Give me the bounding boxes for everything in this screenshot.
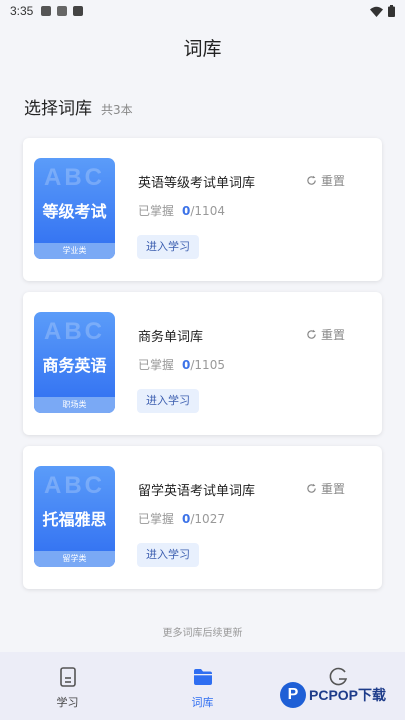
cover-category: 学业类 <box>34 243 115 259</box>
enter-study-button[interactable]: 进入学习 <box>137 235 199 259</box>
cover-category: 留学类 <box>34 551 115 567</box>
cover-category: 职场类 <box>34 397 115 413</box>
progress-label: 已掌握 <box>138 204 175 218</box>
reset-button[interactable]: 重置 <box>306 172 345 189</box>
more-coming-note: 更多词库后续更新 <box>162 628 243 639</box>
cover-watermark: ABC <box>44 164 105 191</box>
book-card: ABC 商务英语 职场类 商务单词库 重置 已掌握 0/1105 进入学习 <box>23 292 382 435</box>
book-cover[interactable]: ABC 托福雅思 留学类 <box>34 466 115 567</box>
cover-title: 等级考试 <box>42 202 107 221</box>
cover-title: 商务英语 <box>42 356 107 375</box>
book-card: ABC 等级考试 学业类 英语等级考试单词库 重置 已掌握 0/1104 进入学习 <box>23 138 382 281</box>
reset-button[interactable]: 重置 <box>306 326 345 343</box>
reset-label: 重置 <box>321 482 346 496</box>
section-header: 选择词库 共3本 <box>24 94 133 119</box>
progress-label: 已掌握 <box>138 512 175 526</box>
site-watermark: P PCPOP下载 <box>280 682 386 708</box>
book-title: 留学英语考试单词库 <box>138 484 256 499</box>
book-card: ABC 托福雅思 留学类 留学英语考试单词库 重置 已掌握 0/1027 进入学习 <box>23 446 382 589</box>
cover-watermark: ABC <box>44 472 105 499</box>
refresh-icon <box>307 329 316 339</box>
book-cover[interactable]: ABC 商务英语 职场类 <box>34 312 115 413</box>
enter-study-button[interactable]: 进入学习 <box>137 389 199 413</box>
cover-title: 托福雅思 <box>42 510 107 529</box>
refresh-icon <box>307 175 316 185</box>
book-title: 商务单词库 <box>138 330 204 345</box>
total-count: /1105 <box>190 358 225 372</box>
progress-label: 已掌握 <box>138 358 175 372</box>
total-count: /1027 <box>190 512 225 526</box>
tab-wordbank[interactable]: 词库 <box>135 652 270 720</box>
status-time: 3:35 <box>10 4 34 18</box>
watermark-text: PCPOP下载 <box>309 687 387 703</box>
tab-wordbank-label: 词库 <box>191 696 214 709</box>
tab-study[interactable]: 学习 <box>0 652 135 720</box>
image-notification-icon <box>57 6 68 16</box>
progress-text: 已掌握 0/1104 <box>138 202 225 219</box>
status-bar: 3:35 <box>0 0 405 22</box>
progress-text: 已掌握 0/1105 <box>138 356 225 373</box>
book-title: 英语等级考试单词库 <box>138 176 256 191</box>
book-icon <box>59 667 76 687</box>
tab-study-label: 学习 <box>56 696 79 709</box>
progress-text: 已掌握 0/1027 <box>138 510 225 527</box>
notification-icon <box>41 6 52 16</box>
book-count: 共3本 <box>101 103 133 117</box>
app-notification-icon <box>73 6 84 16</box>
page-title: 词库 <box>183 38 222 60</box>
refresh-icon <box>307 483 316 493</box>
section-title: 选择词库 <box>24 99 92 119</box>
enter-study-button[interactable]: 进入学习 <box>137 543 199 567</box>
watermark-logo-icon: P <box>280 682 306 708</box>
book-cover[interactable]: ABC 等级考试 学业类 <box>34 158 115 259</box>
reset-button[interactable]: 重置 <box>306 480 345 497</box>
reset-label: 重置 <box>321 328 346 342</box>
folder-icon <box>193 669 212 685</box>
wifi-icon <box>370 6 383 17</box>
total-count: /1104 <box>190 204 225 218</box>
battery-icon <box>388 5 395 17</box>
reset-label: 重置 <box>321 174 346 188</box>
cover-watermark: ABC <box>44 318 105 345</box>
